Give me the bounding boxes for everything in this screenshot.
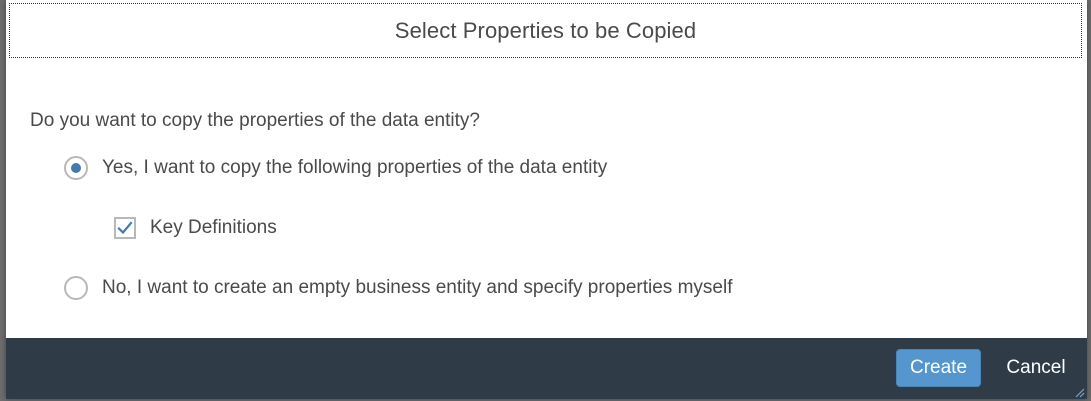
option-yes-copy[interactable]: Yes, I want to copy the following proper…	[64, 156, 607, 180]
checkmark-icon[interactable]	[114, 217, 136, 239]
property-key-definitions[interactable]: Key Definitions	[114, 217, 277, 239]
option-no-empty[interactable]: No, I want to create an empty business e…	[64, 276, 732, 300]
radio-selected-icon[interactable]	[64, 156, 88, 180]
create-button[interactable]: Create	[896, 349, 981, 387]
dialog-header: Select Properties to be Copied	[9, 3, 1082, 58]
cancel-button[interactable]: Cancel	[991, 349, 1081, 387]
dialog-footer: Create Cancel	[6, 338, 1087, 399]
select-properties-dialog: Select Properties to be Copied Do you wa…	[6, 0, 1087, 399]
option-no-label: No, I want to create an empty business e…	[102, 277, 733, 298]
dialog-body: Do you want to copy the properties of th…	[6, 62, 1087, 338]
option-yes-label: Yes, I want to copy the following proper…	[102, 157, 608, 178]
dialog-title: Select Properties to be Copied	[394, 17, 697, 43]
copy-question: Do you want to copy the properties of th…	[30, 110, 480, 131]
resize-grip-icon[interactable]	[1073, 385, 1085, 398]
radio-unselected-icon[interactable]	[64, 276, 88, 300]
property-key-definitions-label: Key Definitions	[150, 217, 277, 238]
